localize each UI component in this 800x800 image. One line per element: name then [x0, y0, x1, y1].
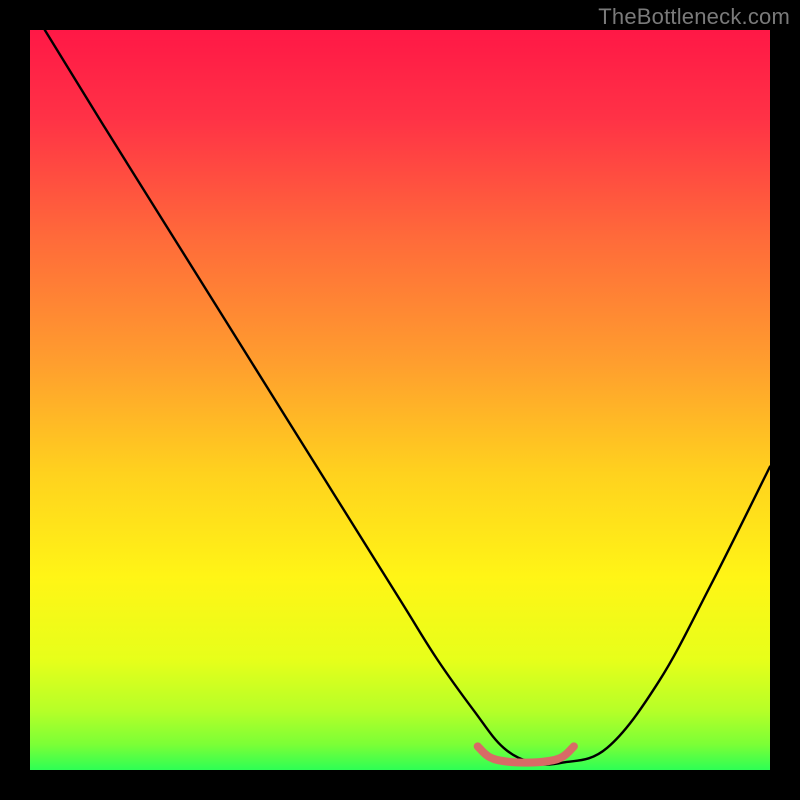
chart-container: TheBottleneck.com — [0, 0, 800, 800]
chart-svg — [30, 30, 770, 770]
gradient-background — [30, 30, 770, 770]
watermark-text: TheBottleneck.com — [598, 4, 790, 30]
plot-area — [30, 30, 770, 770]
